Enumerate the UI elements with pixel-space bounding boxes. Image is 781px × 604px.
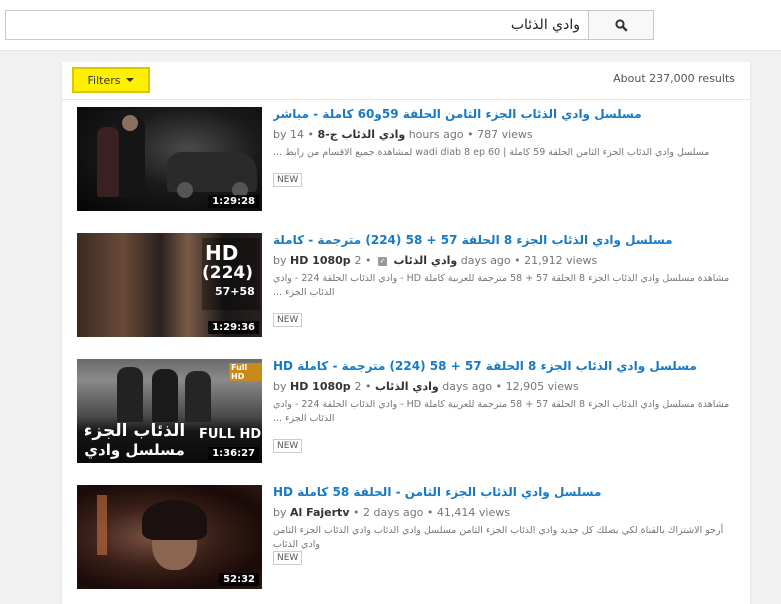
filters-button[interactable]: Filters — [72, 67, 150, 93]
masthead: وادي الذئاب — [0, 0, 781, 51]
video-description: مسلسل وادي الذئاب الجزء الثامن الحلقة 59… — [273, 147, 710, 158]
result-item: Full HD الذئاب الجزء مسلسل وادي FULL HD … — [77, 359, 737, 464]
view-count: 12,905 views — [505, 380, 579, 393]
thumb-episode-number: (224) — [202, 263, 254, 283]
thumb-hd-text: HD — [205, 241, 239, 265]
by-label: by — [273, 380, 287, 393]
video-meta: by Al Fajertv • 2 days ago • 41,414 view… — [273, 506, 510, 519]
thumb-full-hd-text: FULL HD — [199, 427, 262, 442]
divider — [62, 99, 750, 100]
thumb-arabic-subtitle: مسلسل وادي — [84, 441, 185, 459]
new-badge: NEW — [273, 439, 303, 453]
video-duration: 1:36:27 — [208, 447, 259, 460]
video-duration: 1:29:36 — [208, 321, 259, 334]
verified-icon: ✓ — [378, 256, 387, 266]
thumb-arabic-title: الذئاب الجزء — [83, 421, 186, 441]
by-label: by — [273, 254, 287, 267]
video-description: مشاهدة مسلسل وادي الذئاب الجزء 8 الحلقة … — [273, 399, 730, 424]
search-input[interactable]: وادي الذئاب — [5, 10, 588, 40]
upload-age: 2 days ago — [363, 506, 424, 519]
by-label: by — [273, 128, 287, 141]
video-thumbnail[interactable]: Full HD الذئاب الجزء مسلسل وادي FULL HD … — [77, 359, 262, 463]
result-item: HD (224) 57+58 1:29:36 مسلسل وادي الذئاب… — [77, 233, 737, 338]
channel-link[interactable]: وادي الذئاب ج-8 — [318, 128, 406, 141]
new-badge: NEW — [273, 173, 303, 187]
video-meta: by HD 1080p وادي الذئاب • 2 days ago • 1… — [273, 380, 579, 393]
video-meta: by وادي الذئاب ج-8 • 14 hours ago • 787 … — [273, 128, 533, 141]
view-count: 787 views — [477, 128, 533, 141]
search-button[interactable] — [588, 10, 654, 40]
video-title-link[interactable]: مسلسل وادي الذئاب الجزء الثامن - الحلقة … — [273, 485, 737, 499]
video-thumbnail[interactable]: HD (224) 57+58 1:29:36 — [77, 233, 262, 337]
chevron-down-icon — [126, 78, 135, 82]
channel-link[interactable]: Al Fajertv — [290, 506, 350, 519]
video-thumbnail[interactable]: 1:29:28 — [77, 107, 262, 211]
video-title-link[interactable]: مسلسل وادي الذئاب الجزء 8 الحلقة 57 + 58… — [273, 359, 737, 373]
video-title-link[interactable]: مسلسل وادي الذئاب الجزء 8 الحلقة 57 + 58… — [273, 233, 737, 247]
thumb-episodes: 57+58 — [215, 285, 255, 298]
result-item: 52:32 مسلسل وادي الذئاب الجزء الثامن - ا… — [77, 485, 737, 590]
video-duration: 52:32 — [219, 573, 259, 586]
video-description: مشاهدة مسلسل وادي الذئاب الجزء 8 الحلقة … — [273, 273, 730, 298]
video-description: أرجو الاشتراك بالقناة لكي يصلك كل جديد و… — [273, 525, 724, 550]
by-label: by — [273, 506, 287, 519]
results-panel: Filters About 237,000 results 1:29:28 مس… — [62, 62, 750, 604]
results-count: About 237,000 results — [613, 72, 735, 85]
view-count: 21,912 views — [524, 254, 598, 267]
new-badge: NEW — [273, 551, 303, 565]
search-icon — [614, 18, 628, 32]
channel-link[interactable]: HD 1080p وادي الذئاب — [290, 254, 457, 267]
result-item: 1:29:28 مسلسل وادي الذئاب الجزء الثامن ا… — [77, 107, 737, 212]
video-title-link[interactable]: مسلسل وادي الذئاب الجزء الثامن الحلقة 59… — [273, 107, 737, 121]
view-count: 41,414 views — [436, 506, 510, 519]
thumb-full-hd-logo: Full HD — [229, 363, 262, 381]
filters-label: Filters — [87, 73, 121, 87]
video-duration: 1:29:28 — [208, 195, 259, 208]
video-meta: by HD 1080p وادي الذئاب ✓ • 2 days ago •… — [273, 254, 598, 267]
video-thumbnail[interactable]: 52:32 — [77, 485, 262, 589]
new-badge: NEW — [273, 313, 303, 327]
